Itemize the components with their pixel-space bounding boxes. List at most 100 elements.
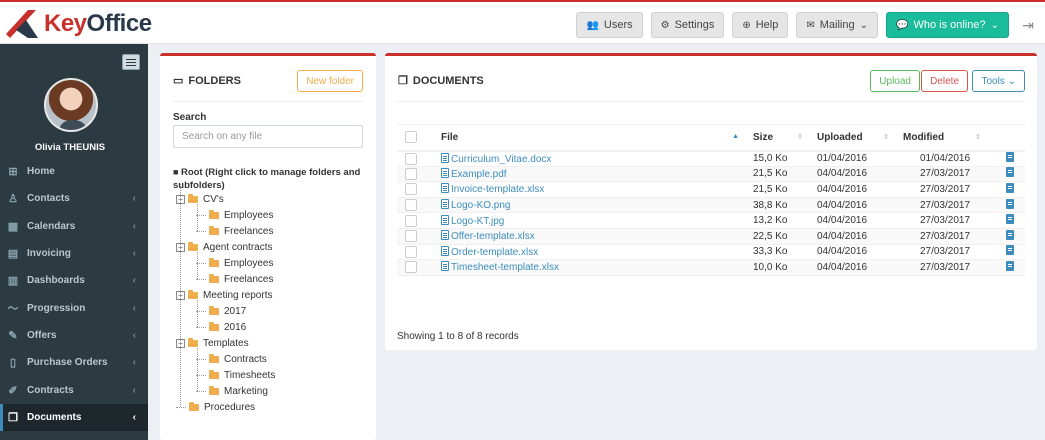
table-row[interactable]: Example.pdf 21,5 Ko 04/04/2016 27/03/2017: [397, 166, 1025, 183]
file-link[interactable]: Logo-KO.png: [451, 200, 511, 211]
tools-button[interactable]: Tools ⌄: [972, 70, 1025, 92]
folder-node[interactable]: − Agent contracts: [176, 240, 272, 254]
subfolder-node[interactable]: Contracts: [196, 352, 267, 366]
download-icon[interactable]: [1006, 229, 1014, 240]
file-link[interactable]: Order-template.xlsx: [451, 247, 538, 258]
download-icon[interactable]: [1006, 152, 1014, 163]
table-row[interactable]: Logo-KO.png 38,8 Ko 04/04/2016 27/03/2017: [397, 197, 1025, 214]
lifebuoy-icon: ⊕: [742, 19, 751, 31]
who-is-online-button[interactable]: 💬 Who is online? ⌄: [886, 12, 1009, 38]
download-icon[interactable]: [1006, 260, 1014, 271]
file-link[interactable]: Timesheet-template.xlsx: [451, 262, 559, 273]
logout-icon[interactable]: ⇥: [1017, 12, 1039, 38]
column-file[interactable]: File ▲: [433, 124, 745, 152]
sidebar-item-documents[interactable]: ❐ Documents ‹: [0, 403, 148, 431]
table-row[interactable]: Order-template.xlsx 33,3 Ko 04/04/2016 27/0…: [397, 244, 1025, 261]
file-link[interactable]: Invoice-template.xlsx: [451, 184, 544, 195]
settings-button[interactable]: ⚙ Settings: [650, 12, 725, 38]
row-checkbox[interactable]: [405, 214, 417, 227]
sidebar-item-contacts[interactable]: ♙ Contacts ‹: [0, 185, 148, 212]
uploaded-cell: 04/04/2016: [809, 212, 895, 229]
subfolder-node[interactable]: Employees: [196, 208, 273, 222]
sidebar-item-contracts[interactable]: ✐ Contracts ‹: [0, 376, 148, 403]
folder-node[interactable]: Procedures: [176, 400, 255, 414]
modified-cell: 27/03/2017: [895, 228, 987, 245]
row-select-cell: [397, 197, 433, 214]
folder-node[interactable]: − Templates: [176, 336, 249, 350]
sidebar-menu: ⊞ Home ♙ Contacts ‹ ▦ Calendars ‹ ▤ Invoicing ‹ ▥ Da…: [0, 158, 148, 431]
new-folder-button[interactable]: New folder: [297, 70, 363, 92]
file-link[interactable]: Curriculum_Vitae.docx: [451, 154, 551, 165]
subfolder-node[interactable]: 2017: [196, 304, 246, 318]
column-modified[interactable]: Modified ⇳: [895, 124, 987, 152]
row-checkbox[interactable]: [405, 230, 417, 243]
table-row[interactable]: Invoice-template.xlsx 21,5 Ko 04/04/2016 27…: [397, 181, 1025, 198]
document-icon: ▯: [9, 357, 17, 370]
actions-cell: [987, 259, 1025, 276]
keyoffice-logo[interactable]: KeyOffice: [6, 7, 152, 41]
folder-icon: [209, 353, 219, 363]
folder-label: Timesheets: [224, 369, 276, 381]
upload-button[interactable]: Upload: [870, 70, 920, 92]
folder-node[interactable]: − Meeting reports: [176, 288, 272, 302]
sidebar-item-invoicing[interactable]: ▤ Invoicing ‹: [0, 240, 148, 267]
avatar[interactable]: [44, 78, 98, 132]
row-checkbox[interactable]: [405, 152, 417, 165]
file-icon: [441, 152, 449, 163]
grid-icon: ⊞: [8, 166, 18, 179]
file-cell: Order-template.xlsx: [433, 244, 745, 261]
column-size[interactable]: Size ⇳: [745, 124, 809, 152]
sidebar-item-dashboards[interactable]: ▥ Dashboards ‹: [0, 267, 148, 294]
download-icon[interactable]: [1006, 182, 1014, 193]
file-link[interactable]: Logo-KT.jpg: [451, 216, 504, 227]
help-button[interactable]: ⊕ Help: [732, 12, 789, 38]
chevron-left-icon: ‹: [132, 411, 136, 423]
sidebar-item-progression[interactable]: 〜 Progression ‹: [0, 294, 148, 321]
search-input[interactable]: [173, 125, 363, 148]
subfolder-node[interactable]: Marketing: [196, 384, 268, 398]
file-link[interactable]: Example.pdf: [451, 169, 507, 180]
download-icon[interactable]: [1006, 198, 1014, 209]
sort-icon: ⇳: [975, 134, 981, 141]
row-checkbox[interactable]: [405, 199, 417, 212]
download-icon[interactable]: [1006, 214, 1014, 225]
folder-label: Procedures: [204, 401, 256, 413]
sidebar-item-label: Documents: [27, 411, 82, 423]
table-row[interactable]: Logo-KT.jpg 13,2 Ko 04/04/2016 27/03/2017: [397, 212, 1025, 229]
sidebar-item-home[interactable]: ⊞ Home: [0, 158, 148, 185]
row-checkbox[interactable]: [405, 261, 417, 274]
file-cell: Curriculum_Vitae.docx: [433, 150, 745, 167]
row-checkbox[interactable]: [405, 245, 417, 258]
table-row[interactable]: Offer-template.xlsx 22,5 Ko 04/04/2016 27/0…: [397, 228, 1025, 245]
subfolder-node[interactable]: Freelances: [196, 272, 273, 286]
sidebar-item-purchase-orders[interactable]: ▯ Purchase Orders ‹: [0, 349, 148, 376]
download-icon[interactable]: [1006, 245, 1014, 256]
download-icon[interactable]: [1006, 167, 1014, 178]
subfolder-node[interactable]: 2016: [196, 320, 246, 334]
table-row[interactable]: Timesheet-template.xlsx 10,0 Ko 04/04/2016…: [397, 259, 1025, 276]
users-button[interactable]: 👥 Users: [576, 12, 643, 38]
mailing-button[interactable]: ✉ Mailing ⌄: [796, 12, 878, 38]
folder-label: CV's: [203, 193, 224, 205]
sidebar-item-calendars[interactable]: ▦ Calendars ‹: [0, 213, 148, 240]
sidebar-item-label: Contacts: [27, 193, 70, 205]
hamburger-menu-icon[interactable]: [122, 54, 140, 70]
sidebar-item-offers[interactable]: ✎ Offers ‹: [0, 322, 148, 349]
subfolder-node[interactable]: Employees: [196, 256, 273, 270]
column-uploaded[interactable]: Uploaded ⇳: [809, 124, 895, 152]
row-select-cell: [397, 244, 433, 261]
file-link[interactable]: Offer-template.xlsx: [451, 231, 535, 242]
folder-node[interactable]: − CV's: [176, 192, 224, 206]
row-checkbox[interactable]: [405, 183, 417, 196]
actions-cell: [987, 166, 1025, 183]
table-row[interactable]: Curriculum_Vitae.docx 15,0 Ko 01/04/2016 01…: [397, 150, 1025, 167]
root-folder[interactable]: ■ Root (Right click to manage folders an…: [173, 166, 363, 192]
subfolder-node[interactable]: Freelances: [196, 224, 273, 238]
row-checkbox[interactable]: [405, 167, 417, 180]
tree-connector: [176, 406, 186, 408]
uploaded-cell: 04/04/2016: [809, 228, 895, 245]
subfolder-node[interactable]: Timesheets: [196, 368, 275, 382]
size-cell: 22,5 Ko: [745, 228, 809, 245]
delete-button[interactable]: Delete: [921, 70, 968, 92]
select-all-checkbox[interactable]: [405, 131, 417, 144]
